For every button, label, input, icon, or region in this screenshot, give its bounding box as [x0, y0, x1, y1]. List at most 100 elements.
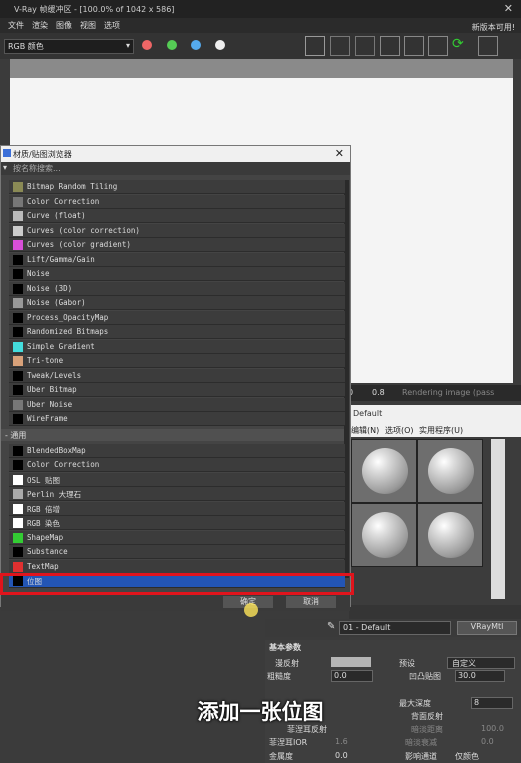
alpha-channel-icon[interactable]: [215, 40, 225, 50]
red-channel-icon[interactable]: [142, 40, 152, 50]
channel-select[interactable]: RGB 颜色 ▾: [4, 39, 134, 54]
list-item-label: Uber Noise: [27, 399, 73, 409]
update-notice[interactable]: 新版本可用!: [472, 22, 515, 33]
material-type: VRayMtl: [470, 622, 504, 631]
region-icon[interactable]: [355, 36, 375, 56]
list-item[interactable]: Tweak/Levels: [9, 368, 345, 383]
list-item[interactable]: Simple Gradient: [9, 339, 345, 354]
chevron-down-icon[interactable]: ▾: [3, 163, 7, 172]
list-item[interactable]: Process_OpacityMap: [9, 310, 345, 325]
list-item-label: OSL 贴图: [27, 475, 61, 485]
list-item[interactable]: ShapeMap: [9, 530, 345, 545]
list-item[interactable]: Uber Bitmap: [9, 383, 345, 397]
list-item[interactable]: Bitmap Random Tiling: [9, 180, 345, 194]
list-item[interactable]: Noise: [9, 267, 345, 281]
list-item[interactable]: Curves (color correction): [9, 223, 345, 238]
preset-label: 预设: [399, 659, 415, 668]
slot-row: ✎ 01 - Default VRayMtl: [265, 619, 521, 637]
list-item[interactable]: Perlin 大理石: [9, 487, 345, 501]
list-item[interactable]: OSL 贴图: [9, 472, 345, 487]
roughness-field[interactable]: 0.0: [331, 670, 373, 682]
close-icon[interactable]: ✕: [335, 147, 344, 160]
list-item[interactable]: TextMap: [9, 559, 345, 574]
list-item[interactable]: Color Correction: [9, 194, 345, 209]
save-icon[interactable]: [305, 36, 325, 56]
menu-utilities[interactable]: 实用程序(U): [419, 425, 463, 436]
menu-render[interactable]: 渲染: [32, 20, 48, 31]
map-swatch-icon: [13, 312, 23, 323]
settings-icon[interactable]: [478, 36, 498, 56]
material-slot[interactable]: [351, 503, 417, 567]
section-general[interactable]: - 通用: [1, 428, 344, 441]
map-swatch-icon: [13, 518, 23, 528]
roughness-label: 粗糙度: [267, 672, 291, 681]
material-slot[interactable]: [351, 439, 417, 503]
list-item[interactable]: Curves (color gradient): [9, 238, 345, 252]
slot-scrollbar[interactable]: [491, 439, 505, 599]
copy-icon[interactable]: [330, 36, 350, 56]
map-swatch-icon: [13, 561, 23, 572]
zoom-icon[interactable]: [380, 36, 400, 56]
status-text: Rendering image (pass: [402, 388, 495, 397]
preset-select[interactable]: 自定义: [447, 657, 515, 669]
list-item-label: Tri-tone: [27, 356, 64, 365]
eyedropper-icon[interactable]: ✎: [327, 621, 335, 632]
list-item-label: BlendedBoxMap: [27, 445, 86, 455]
fresnel-ior-label: 菲涅耳IOR: [269, 738, 308, 747]
render-shadow: [10, 59, 513, 79]
menu-view[interactable]: 视图: [80, 20, 96, 31]
channel-label: RGB 颜色: [8, 42, 44, 51]
list-item-label: ShapeMap: [27, 532, 64, 542]
material-map-browser: 材质/贴图浏览器 ✕ ▾ 按名称搜索... 确定 取消 Bitmap Random …: [0, 145, 351, 611]
map-swatch-icon: [13, 240, 23, 250]
material-slot[interactable]: [417, 439, 483, 503]
vfb-menubar: 文件 渲染 图像 视图 选项 新版本可用!: [0, 18, 521, 33]
list-item[interactable]: Uber Noise: [9, 397, 345, 412]
menu-edit[interactable]: 编辑(N): [351, 425, 379, 436]
list-item[interactable]: Color Correction: [9, 458, 345, 472]
map-swatch-icon: [13, 341, 23, 352]
editor-title: Default: [353, 409, 383, 418]
menu-file[interactable]: 文件: [8, 20, 24, 31]
cancel-button[interactable]: 取消: [286, 596, 336, 608]
list-item[interactable]: WireFrame: [9, 412, 345, 426]
list-item-label: Noise (3D): [27, 283, 73, 293]
section-title[interactable]: 基本参数: [269, 642, 301, 653]
diffuse-swatch[interactable]: [331, 657, 371, 667]
dim-falloff-value[interactable]: 0.0: [481, 737, 494, 746]
fresnel-ior-value[interactable]: 1.6: [335, 737, 348, 746]
browser-title: 材质/贴图浏览器: [13, 150, 72, 159]
list-item-label: Uber Bitmap: [27, 385, 77, 394]
list-item[interactable]: Curve (float): [9, 209, 345, 223]
list-item-label: TextMap: [27, 561, 59, 571]
status-value-2: 0.8: [372, 388, 385, 397]
list-item[interactable]: BlendedBoxMap: [9, 443, 345, 458]
list-item[interactable]: Substance: [9, 545, 345, 559]
menu-options[interactable]: 选项: [104, 20, 120, 31]
material-slot[interactable]: [417, 503, 483, 567]
search-input[interactable]: 按名称搜索...: [13, 163, 61, 174]
list-item[interactable]: Noise (3D): [9, 281, 345, 296]
teapot-icon[interactable]: [428, 36, 448, 56]
list-item[interactable]: RGB 倍增: [9, 501, 345, 516]
close-icon[interactable]: ✕: [504, 2, 513, 15]
map-swatch-icon: [13, 474, 23, 485]
list-item[interactable]: Lift/Gamma/Gain: [9, 252, 345, 267]
layers-icon[interactable]: [404, 36, 424, 56]
list-item[interactable]: Noise (Gabor): [9, 296, 345, 310]
menu-options[interactable]: 选项(O): [385, 425, 414, 436]
material-type-button[interactable]: VRayMtl: [457, 621, 517, 635]
bump-field[interactable]: 30.0: [455, 670, 505, 682]
material-name-field[interactable]: 01 - Default: [339, 621, 451, 635]
list-item-label: Randomized Bitmaps: [27, 327, 109, 336]
list-item[interactable]: Randomized Bitmaps: [9, 325, 345, 339]
green-channel-icon[interactable]: [167, 40, 177, 50]
blue-channel-icon[interactable]: [191, 40, 201, 50]
list-item[interactable]: RGB 染色: [9, 516, 345, 530]
refresh-icon[interactable]: ⟳: [452, 36, 470, 54]
menu-image[interactable]: 图像: [56, 20, 72, 31]
list-item-label: Process_OpacityMap: [27, 312, 109, 322]
list-item[interactable]: Tri-tone: [9, 354, 345, 368]
affect-value[interactable]: 仅颜色: [455, 751, 479, 762]
metalness-value[interactable]: 0.0: [335, 751, 348, 760]
